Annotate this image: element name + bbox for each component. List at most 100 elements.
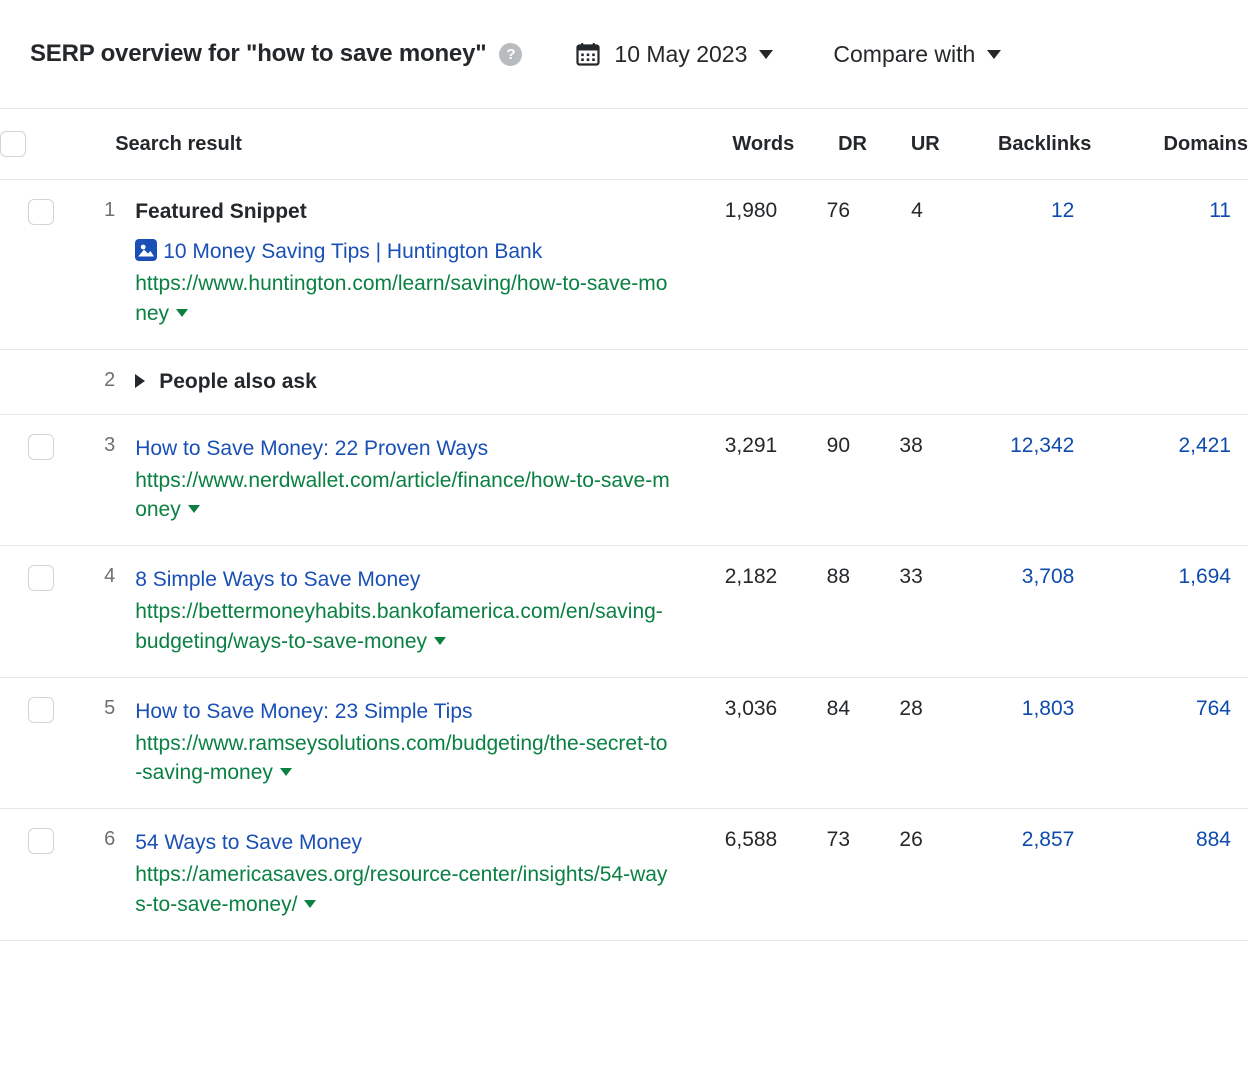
dr-value — [794, 349, 867, 414]
ur-value — [867, 349, 940, 414]
result-title-text: 54 Ways to Save Money — [135, 831, 362, 854]
search-result-cell: How to Save Money: 22 Proven Ways https:/… — [115, 414, 681, 545]
row-select-cell — [0, 677, 63, 808]
ur-header[interactable]: UR — [867, 109, 940, 180]
chevron-down-icon — [759, 50, 773, 59]
domains-header[interactable]: Domains — [1091, 109, 1248, 180]
people-also-ask-block[interactable]: People also ask — [135, 369, 673, 394]
search-result-cell: 8 Simple Ways to Save Money https://bette… — [115, 546, 681, 677]
search-result-cell: 54 Ways to Save Money https://americasave… — [115, 809, 681, 940]
row-select-cell — [0, 180, 63, 350]
row-select-cell — [0, 546, 63, 677]
rank-number: 5 — [63, 677, 116, 808]
backlinks-header[interactable]: Backlinks — [940, 109, 1092, 180]
url-dropdown-caret-icon[interactable] — [176, 309, 188, 317]
row-select-checkbox[interactable] — [28, 828, 54, 854]
domains-value[interactable]: 764 — [1091, 677, 1248, 808]
triangle-right-icon[interactable] — [135, 374, 145, 388]
compare-with-label: Compare with — [833, 41, 975, 68]
date-picker[interactable]: 10 May 2023 — [576, 41, 773, 68]
search-result-header[interactable]: Search result — [115, 109, 681, 180]
domains-value — [1091, 349, 1248, 414]
words-value: 3,036 — [681, 677, 794, 808]
result-url-link[interactable]: https://americasaves.org/resource-center… — [135, 860, 673, 920]
search-result-cell: How to Save Money: 23 Simple Tipshttps:/… — [115, 677, 681, 808]
row-select-checkbox[interactable] — [28, 434, 54, 460]
backlinks-value[interactable]: 12 — [940, 180, 1092, 350]
rank-number: 1 — [63, 180, 116, 350]
ur-value: 38 — [867, 414, 940, 545]
rank-number: 4 — [63, 546, 116, 677]
result-title-link[interactable]: 8 Simple Ways to Save Money — [135, 565, 673, 595]
image-result-icon — [135, 239, 157, 261]
result-title-link[interactable]: 10 Money Saving Tips | Huntington Bank — [135, 237, 673, 267]
row-select-checkbox[interactable] — [28, 565, 54, 591]
words-header[interactable]: Words — [681, 109, 794, 180]
domains-value[interactable]: 11 — [1091, 180, 1248, 350]
result-body: 54 Ways to Save Money https://americasave… — [135, 828, 673, 919]
words-value: 1,980 — [681, 180, 794, 350]
table-row: 6 54 Ways to Save Money https://americasav… — [0, 809, 1248, 940]
dr-value: 88 — [794, 546, 867, 677]
selected-date-label: 10 May 2023 — [614, 41, 747, 68]
serp-results-table: Search result Words DR UR Backlinks Doma… — [0, 108, 1248, 941]
table-row: 2 People also ask — [0, 349, 1248, 414]
words-value: 2,182 — [681, 546, 794, 677]
rank-number: 3 — [63, 414, 116, 545]
result-title-link[interactable]: How to Save Money: 22 Proven Ways — [135, 434, 673, 464]
result-url-text: https://americasaves.org/resource-center… — [135, 863, 667, 916]
result-body: How to Save Money: 23 Simple Tipshttps:/… — [135, 697, 673, 788]
domains-value[interactable]: 884 — [1091, 809, 1248, 940]
row-select-cell — [0, 414, 63, 545]
url-dropdown-caret-icon[interactable] — [304, 900, 316, 908]
compare-with-dropdown[interactable]: Compare with — [833, 41, 1001, 68]
row-select-cell — [0, 349, 63, 414]
backlinks-value[interactable]: 3,708 — [940, 546, 1092, 677]
backlinks-value[interactable]: 1,803 — [940, 677, 1092, 808]
result-url-link[interactable]: https://www.nerdwallet.com/article/finan… — [135, 466, 673, 526]
row-select-checkbox[interactable] — [28, 199, 54, 225]
help-icon[interactable]: ? — [499, 43, 522, 66]
backlinks-value — [940, 349, 1092, 414]
table-row: 3 How to Save Money: 22 Proven Ways https:… — [0, 414, 1248, 545]
ur-value: 33 — [867, 546, 940, 677]
ur-value: 26 — [867, 809, 940, 940]
words-value — [681, 349, 794, 414]
ur-value: 28 — [867, 677, 940, 808]
url-dropdown-caret-icon[interactable] — [434, 637, 446, 645]
url-dropdown-caret-icon[interactable] — [280, 768, 292, 776]
words-value: 3,291 — [681, 414, 794, 545]
dr-value: 90 — [794, 414, 867, 545]
result-url-text: https://www.nerdwallet.com/article/finan… — [135, 469, 670, 522]
backlinks-value[interactable]: 2,857 — [940, 809, 1092, 940]
table-body: 1 Featured Snippet 10 Money Saving Tips | … — [0, 180, 1248, 941]
domains-value[interactable]: 1,694 — [1091, 546, 1248, 677]
result-title-text: 10 Money Saving Tips | Huntington Bank — [163, 240, 542, 263]
result-title-link[interactable]: 54 Ways to Save Money — [135, 828, 673, 858]
result-title-text: 8 Simple Ways to Save Money — [135, 568, 420, 591]
dr-value: 73 — [794, 809, 867, 940]
table-row: 1 Featured Snippet 10 Money Saving Tips | … — [0, 180, 1248, 350]
row-select-checkbox[interactable] — [28, 697, 54, 723]
result-url-text: https://bettermoneyhabits.bankofamerica.… — [135, 600, 663, 653]
result-title-text: How to Save Money: 22 Proven Ways — [135, 437, 488, 460]
domains-value[interactable]: 2,421 — [1091, 414, 1248, 545]
result-url-link[interactable]: https://bettermoneyhabits.bankofamerica.… — [135, 597, 673, 657]
result-body: How to Save Money: 22 Proven Ways https:/… — [135, 434, 673, 525]
search-result-cell: Featured Snippet 10 Money Saving Tips | H… — [115, 180, 681, 350]
serp-feature-label: Featured Snippet — [135, 199, 673, 224]
result-url-link[interactable]: https://www.huntington.com/learn/saving/… — [135, 269, 673, 329]
select-all-header — [0, 109, 63, 180]
page-title: SERP overview for "how to save money" — [30, 40, 486, 68]
result-title-link[interactable]: How to Save Money: 23 Simple Tips — [135, 697, 673, 727]
rank-number: 2 — [63, 349, 116, 414]
dr-header[interactable]: DR — [794, 109, 867, 180]
select-all-checkbox[interactable] — [0, 131, 26, 157]
result-body: 10 Money Saving Tips | Huntington Bank ht… — [135, 237, 673, 328]
rank-number: 6 — [63, 809, 116, 940]
url-dropdown-caret-icon[interactable] — [188, 505, 200, 513]
rank-header — [63, 109, 116, 180]
result-url-link[interactable]: https://www.ramseysolutions.com/budgetin… — [135, 729, 673, 789]
search-result-cell: People also ask — [115, 349, 681, 414]
backlinks-value[interactable]: 12,342 — [940, 414, 1092, 545]
